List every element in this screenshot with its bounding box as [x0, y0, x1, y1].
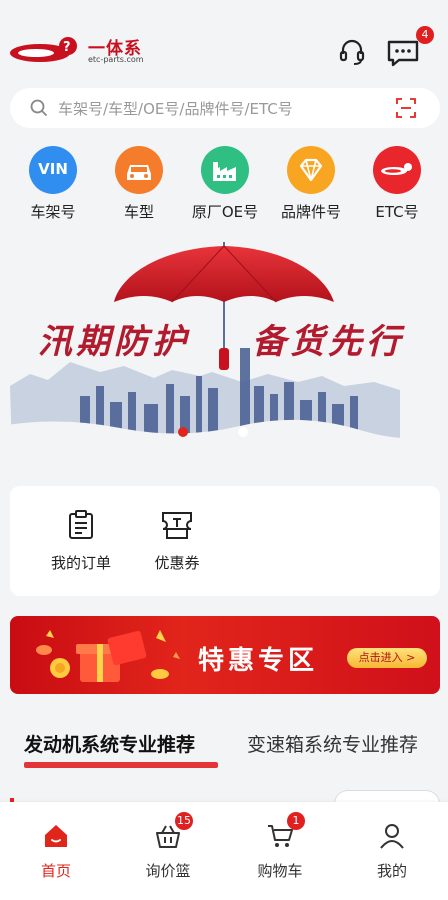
tab-cart[interactable]: 1 购物车 — [235, 812, 325, 882]
tab-home-label: 首页 — [40, 862, 71, 880]
category-brand-part[interactable]: 品牌件号 — [268, 146, 354, 226]
quick-access-card: 我的订单 优惠券 — [10, 486, 440, 596]
search-category-row: VIN 车架号 车型 原厂OE号 品牌件号 ETC号 — [0, 146, 448, 226]
scan-icon[interactable] — [396, 98, 416, 118]
banner-slogan-right: 备货先行 — [252, 322, 404, 362]
carousel-dot-active[interactable] — [178, 427, 188, 437]
promo-enter-button[interactable]: 点击进入 > — [347, 648, 427, 668]
tab-home[interactable]: 首页 — [11, 822, 101, 882]
inquiry-badge: 15 — [175, 812, 193, 830]
factory-icon — [201, 146, 249, 194]
etc-logo-icon — [373, 146, 421, 194]
tab-transmission-system[interactable]: 变速箱系统专业推荐 — [247, 730, 418, 757]
tab-inquiry-label: 询价篮 — [145, 862, 191, 880]
cart-badge: 1 — [287, 812, 305, 830]
coupons-button[interactable]: 优惠券 — [132, 510, 222, 580]
tab-profile-label: 我的 — [376, 862, 407, 880]
banner-slogan-left: 汛期防护 — [38, 322, 190, 362]
brand-logo[interactable]: ? 一体系 etc-parts.com — [10, 30, 150, 70]
vin-icon: VIN — [29, 146, 77, 194]
category-label: 品牌件号 — [280, 203, 341, 221]
carousel-dot[interactable] — [238, 427, 248, 437]
brand-logo-icon: ? — [10, 37, 77, 62]
active-tab-indicator — [24, 762, 218, 768]
brand-domain: etc-parts.com — [88, 55, 144, 64]
user-icon — [380, 824, 404, 849]
car-icon — [115, 146, 163, 194]
tab-profile[interactable]: 我的 — [347, 822, 437, 882]
svg-text:?: ? — [63, 40, 71, 55]
app-header: ? 一体系 etc-parts.com 4 — [0, 0, 448, 86]
my-orders-label: 我的订单 — [50, 554, 111, 572]
category-label: 车型 — [123, 203, 154, 221]
category-label: 原厂OE号 — [191, 203, 259, 221]
message-badge: 4 — [416, 26, 434, 44]
customer-service-icon[interactable] — [336, 36, 368, 68]
category-label: 车架号 — [30, 203, 76, 221]
special-offer-banner[interactable]: 特惠专区 点击进入 > — [10, 616, 440, 694]
search-icon — [30, 99, 48, 117]
category-oe-number[interactable]: 原厂OE号 — [182, 146, 268, 226]
tab-engine-system[interactable]: 发动机系统专业推荐 — [24, 730, 195, 757]
home-icon — [45, 825, 67, 847]
search-bar[interactable]: 车架号/车型/OE号/品牌件号/ETC号 — [10, 88, 440, 128]
coupons-label: 优惠券 — [154, 554, 200, 572]
category-vin[interactable]: VIN 车架号 — [10, 146, 96, 226]
gift-box-illustration — [36, 630, 180, 682]
recommend-tabs: 发动机系统专业推荐 变速箱系统专业推荐 — [0, 720, 448, 780]
my-orders-button[interactable]: 我的订单 — [36, 510, 126, 580]
diamond-icon — [287, 146, 335, 194]
bottom-tab-bar: 首页 15 询价篮 1 购物车 我的 — [0, 802, 448, 900]
order-icon — [69, 510, 93, 539]
tab-inquiry-basket[interactable]: 15 询价篮 — [123, 812, 213, 882]
category-car-model[interactable]: 车型 — [96, 146, 182, 226]
category-label: ETC号 — [375, 203, 419, 221]
category-etc-number[interactable]: ETC号 — [354, 146, 440, 226]
search-placeholder: 车架号/车型/OE号/品牌件号/ETC号 — [58, 100, 293, 118]
coupon-icon — [162, 512, 192, 539]
promo-title: 特惠专区 — [198, 646, 319, 676]
promo-banner-carousel[interactable]: 汛期防护 备货先行 — [0, 236, 448, 456]
tab-cart-label: 购物车 — [257, 862, 303, 880]
message-icon[interactable]: 4 — [386, 26, 434, 68]
